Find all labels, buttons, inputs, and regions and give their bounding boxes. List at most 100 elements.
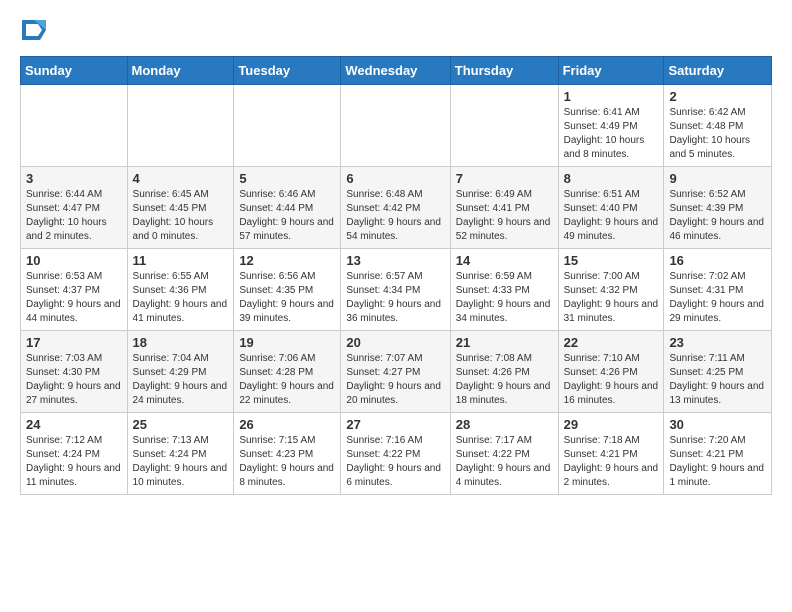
calendar-cell: 9 Sunrise: 6:52 AM Sunset: 4:39 PM Daylig… (664, 167, 772, 249)
day-info: Sunrise: 7:17 AM Sunset: 4:22 PM Dayligh… (456, 434, 553, 490)
calendar-cell: 11 Sunrise: 6:55 AM Sunset: 4:36 PM Dayli… (127, 249, 234, 331)
calendar-cell: 21 Sunrise: 7:08 AM Sunset: 4:26 PM Dayli… (450, 331, 558, 413)
calendar-cell: 5 Sunrise: 6:46 AM Sunset: 4:44 PM Daylig… (234, 167, 341, 249)
weekday-header-tuesday: Tuesday (234, 57, 341, 85)
day-number: 11 (133, 253, 229, 268)
calendar-cell: 25 Sunrise: 7:13 AM Sunset: 4:24 PM Dayli… (127, 413, 234, 495)
day-number: 29 (564, 417, 659, 432)
week-row-5: 24 Sunrise: 7:12 AM Sunset: 4:24 PM Dayli… (21, 413, 772, 495)
calendar-cell: 20 Sunrise: 7:07 AM Sunset: 4:27 PM Dayli… (341, 331, 450, 413)
week-row-1: 1 Sunrise: 6:41 AM Sunset: 4:49 PM Daylig… (21, 85, 772, 167)
day-info: Sunrise: 7:02 AM Sunset: 4:31 PM Dayligh… (669, 270, 766, 326)
day-info: Sunrise: 6:53 AM Sunset: 4:37 PM Dayligh… (26, 270, 122, 326)
day-info: Sunrise: 6:59 AM Sunset: 4:33 PM Dayligh… (456, 270, 553, 326)
calendar-cell: 18 Sunrise: 7:04 AM Sunset: 4:29 PM Dayli… (127, 331, 234, 413)
calendar-cell: 28 Sunrise: 7:17 AM Sunset: 4:22 PM Dayli… (450, 413, 558, 495)
page-header (20, 16, 772, 44)
day-info: Sunrise: 7:15 AM Sunset: 4:23 PM Dayligh… (239, 434, 335, 490)
calendar-cell: 2Sunrise: 6:42 AM Sunset: 4:48 PM Daylig… (664, 85, 772, 167)
calendar-cell: 19 Sunrise: 7:06 AM Sunset: 4:28 PM Dayli… (234, 331, 341, 413)
calendar-cell: 13 Sunrise: 6:57 AM Sunset: 4:34 PM Dayli… (341, 249, 450, 331)
day-info: Sunrise: 6:55 AM Sunset: 4:36 PM Dayligh… (133, 270, 229, 326)
calendar-cell: 22 Sunrise: 7:10 AM Sunset: 4:26 PM Dayli… (558, 331, 664, 413)
calendar-cell: 6 Sunrise: 6:48 AM Sunset: 4:42 PM Daylig… (341, 167, 450, 249)
day-info: Sunrise: 6:46 AM Sunset: 4:44 PM Dayligh… (239, 188, 335, 244)
day-info: Sunrise: 6:52 AM Sunset: 4:39 PM Dayligh… (669, 188, 766, 244)
day-info: Sunrise: 6:48 AM Sunset: 4:42 PM Dayligh… (346, 188, 444, 244)
day-number: 1 (564, 89, 659, 104)
day-info: Sunrise: 6:41 AM Sunset: 4:49 PM Dayligh… (564, 106, 659, 162)
week-row-4: 17 Sunrise: 7:03 AM Sunset: 4:30 PM Dayli… (21, 331, 772, 413)
day-number: 18 (133, 335, 229, 350)
day-info: Sunrise: 7:07 AM Sunset: 4:27 PM Dayligh… (346, 352, 444, 408)
day-number: 25 (133, 417, 229, 432)
weekday-header-row: SundayMondayTuesdayWednesdayThursdayFrid… (21, 57, 772, 85)
day-info: Sunrise: 7:04 AM Sunset: 4:29 PM Dayligh… (133, 352, 229, 408)
day-number: 20 (346, 335, 444, 350)
calendar-cell: 3Sunrise: 6:44 AM Sunset: 4:47 PM Daylig… (21, 167, 128, 249)
day-number: 4 (133, 171, 229, 186)
day-info: Sunrise: 7:03 AM Sunset: 4:30 PM Dayligh… (26, 352, 122, 408)
weekday-header-friday: Friday (558, 57, 664, 85)
day-number: 8 (564, 171, 659, 186)
calendar-cell: 12 Sunrise: 6:56 AM Sunset: 4:35 PM Dayli… (234, 249, 341, 331)
calendar-cell: 26 Sunrise: 7:15 AM Sunset: 4:23 PM Dayli… (234, 413, 341, 495)
logo (20, 16, 46, 44)
day-number: 10 (26, 253, 122, 268)
day-number: 12 (239, 253, 335, 268)
calendar-cell: 4 Sunrise: 6:45 AM Sunset: 4:45 PM Daylig… (127, 167, 234, 249)
weekday-header-monday: Monday (127, 57, 234, 85)
day-info: Sunrise: 7:00 AM Sunset: 4:32 PM Dayligh… (564, 270, 659, 326)
day-info: Sunrise: 7:20 AM Sunset: 4:21 PM Dayligh… (669, 434, 766, 490)
weekday-header-thursday: Thursday (450, 57, 558, 85)
week-row-2: 3Sunrise: 6:44 AM Sunset: 4:47 PM Daylig… (21, 167, 772, 249)
day-info: Sunrise: 7:13 AM Sunset: 4:24 PM Dayligh… (133, 434, 229, 490)
day-info: Sunrise: 7:06 AM Sunset: 4:28 PM Dayligh… (239, 352, 335, 408)
day-number: 15 (564, 253, 659, 268)
calendar-cell (450, 85, 558, 167)
day-info: Sunrise: 7:16 AM Sunset: 4:22 PM Dayligh… (346, 434, 444, 490)
weekday-header-wednesday: Wednesday (341, 57, 450, 85)
day-number: 22 (564, 335, 659, 350)
day-number: 13 (346, 253, 444, 268)
calendar-cell: 10 Sunrise: 6:53 AM Sunset: 4:37 PM Dayli… (21, 249, 128, 331)
day-info: Sunrise: 6:56 AM Sunset: 4:35 PM Dayligh… (239, 270, 335, 326)
day-number: 23 (669, 335, 766, 350)
calendar-cell (234, 85, 341, 167)
calendar-cell: 23 Sunrise: 7:11 AM Sunset: 4:25 PM Dayli… (664, 331, 772, 413)
day-number: 5 (239, 171, 335, 186)
calendar-cell: 1 Sunrise: 6:41 AM Sunset: 4:49 PM Daylig… (558, 85, 664, 167)
day-number: 21 (456, 335, 553, 350)
day-number: 6 (346, 171, 444, 186)
calendar-cell: 17 Sunrise: 7:03 AM Sunset: 4:30 PM Dayli… (21, 331, 128, 413)
calendar-cell: 24 Sunrise: 7:12 AM Sunset: 4:24 PM Dayli… (21, 413, 128, 495)
day-number: 26 (239, 417, 335, 432)
calendar-cell: 8 Sunrise: 6:51 AM Sunset: 4:40 PM Daylig… (558, 167, 664, 249)
calendar-cell: 14 Sunrise: 6:59 AM Sunset: 4:33 PM Dayli… (450, 249, 558, 331)
calendar-cell: 7Sunrise: 6:49 AM Sunset: 4:41 PM Daylig… (450, 167, 558, 249)
day-info: Sunrise: 7:10 AM Sunset: 4:26 PM Dayligh… (564, 352, 659, 408)
day-number: 19 (239, 335, 335, 350)
day-info: Sunrise: 7:11 AM Sunset: 4:25 PM Dayligh… (669, 352, 766, 408)
day-info: Sunrise: 6:51 AM Sunset: 4:40 PM Dayligh… (564, 188, 659, 244)
day-info: Sunrise: 6:57 AM Sunset: 4:34 PM Dayligh… (346, 270, 444, 326)
day-info: Sunrise: 7:08 AM Sunset: 4:26 PM Dayligh… (456, 352, 553, 408)
day-info: Sunrise: 7:18 AM Sunset: 4:21 PM Dayligh… (564, 434, 659, 490)
day-number: 28 (456, 417, 553, 432)
day-info: Sunrise: 6:44 AM Sunset: 4:47 PM Dayligh… (26, 188, 122, 244)
day-number: 14 (456, 253, 553, 268)
day-info: Sunrise: 6:45 AM Sunset: 4:45 PM Dayligh… (133, 188, 229, 244)
calendar-cell: 15 Sunrise: 7:00 AM Sunset: 4:32 PM Dayli… (558, 249, 664, 331)
calendar: SundayMondayTuesdayWednesdayThursdayFrid… (20, 56, 772, 495)
calendar-cell (341, 85, 450, 167)
day-number: 30 (669, 417, 766, 432)
day-number: 16 (669, 253, 766, 268)
day-number: 24 (26, 417, 122, 432)
day-info: Sunrise: 7:12 AM Sunset: 4:24 PM Dayligh… (26, 434, 122, 490)
logo-icon (22, 16, 46, 44)
weekday-header-sunday: Sunday (21, 57, 128, 85)
calendar-cell: 30 Sunrise: 7:20 AM Sunset: 4:21 PM Dayli… (664, 413, 772, 495)
day-number: 17 (26, 335, 122, 350)
day-number: 9 (669, 171, 766, 186)
weekday-header-saturday: Saturday (664, 57, 772, 85)
